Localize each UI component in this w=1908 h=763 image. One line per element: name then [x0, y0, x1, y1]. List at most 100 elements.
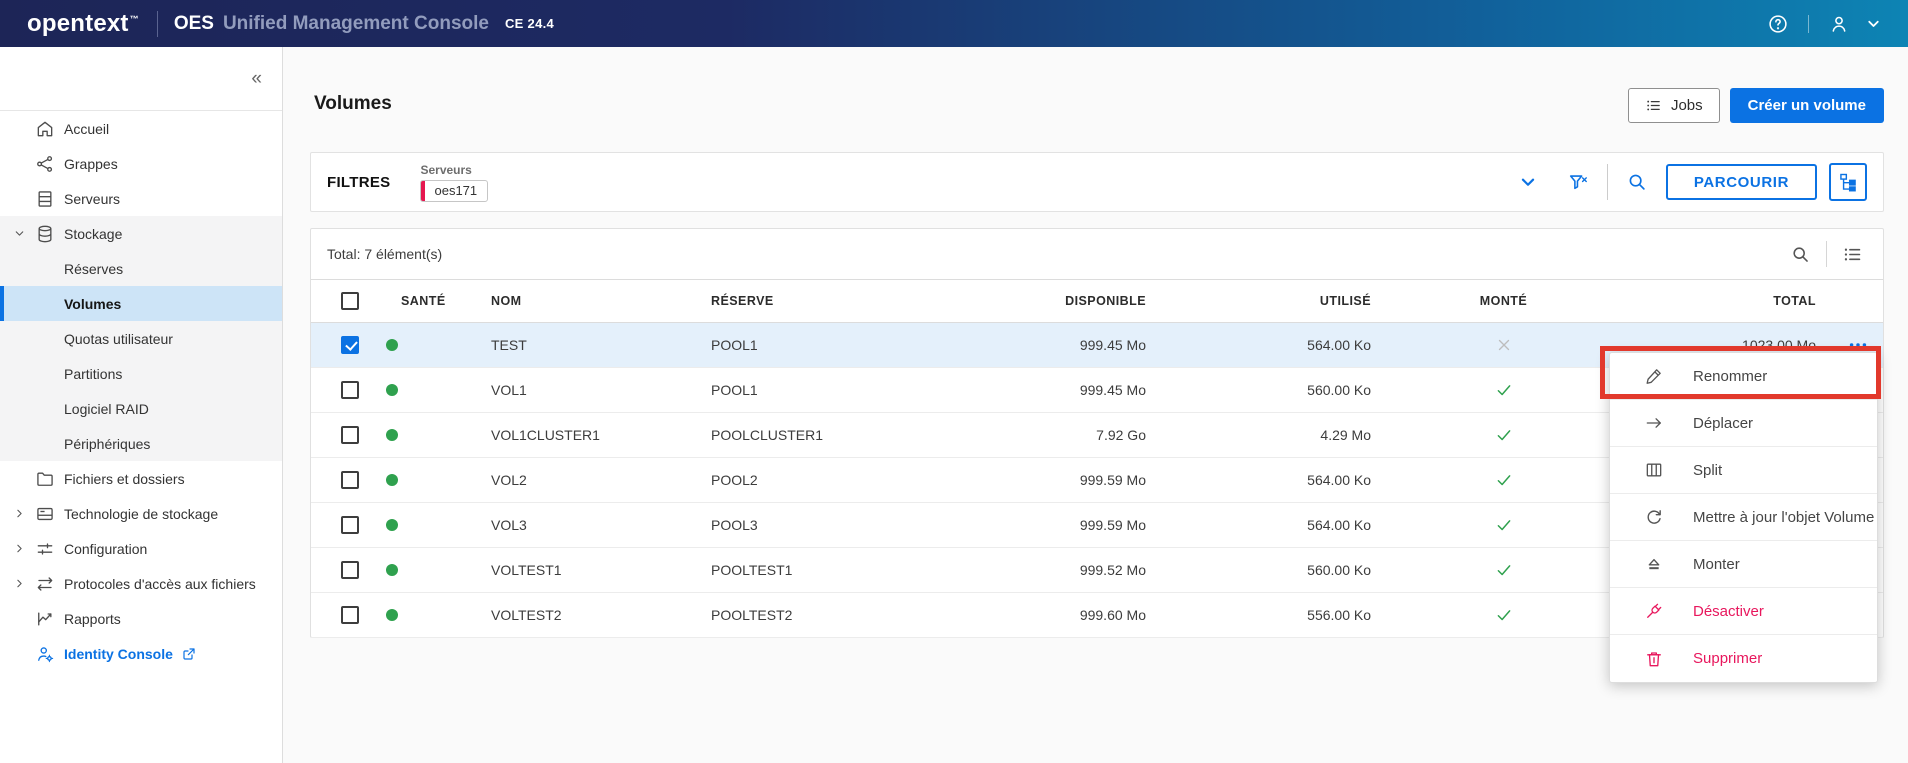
- search-icon[interactable]: [1626, 171, 1648, 193]
- select-all-checkbox[interactable]: [341, 292, 359, 310]
- volume-pool: POOLTEST2: [711, 607, 793, 623]
- sidebar-item-configuration[interactable]: Configuration: [0, 531, 282, 566]
- row-checkbox[interactable]: [341, 426, 359, 444]
- health-status-dot: [386, 564, 398, 576]
- volume-name: VOL1: [491, 382, 527, 398]
- swap-arrows-icon: [35, 574, 55, 594]
- volume-used: 564.00 Ko: [1307, 517, 1371, 533]
- clear-filter-funnel-icon[interactable]: [1567, 171, 1589, 193]
- mounted-check-icon: [1497, 610, 1510, 621]
- help-icon[interactable]: [1767, 13, 1789, 35]
- menu-item-split[interactable]: Split: [1610, 447, 1877, 494]
- row-checkbox[interactable]: [341, 381, 359, 399]
- column-header-total[interactable]: TOTAL: [1636, 294, 1816, 308]
- row-checkbox[interactable]: [341, 561, 359, 579]
- menu-item-desactiver[interactable]: Désactiver: [1610, 588, 1877, 635]
- volume-name: VOL1CLUSTER1: [491, 427, 600, 443]
- top-bar: opentext™ OES Unified Management Console…: [0, 0, 1908, 47]
- column-header-nom[interactable]: NOM: [461, 294, 681, 308]
- account-chevron-down-icon[interactable]: [1865, 15, 1882, 32]
- product-code: OES: [173, 12, 214, 34]
- row-checkbox-checked[interactable]: [341, 336, 359, 354]
- sidebar-item-accueil[interactable]: Accueil: [0, 111, 282, 146]
- sidebar-item-label: Configuration: [64, 540, 148, 557]
- sidebar-collapse-row: «: [0, 47, 282, 111]
- sidebar-item-volumes[interactable]: Volumes: [0, 286, 282, 321]
- sidebar-item-protocoles-acces-fichiers[interactable]: Protocoles d'accès aux fichiers: [0, 566, 282, 601]
- volume-available: 7.92 Go: [1096, 427, 1146, 443]
- menu-item-supprimer[interactable]: Supprimer: [1610, 635, 1877, 682]
- mounted-check-icon: [1497, 430, 1510, 441]
- volume-used: 560.00 Ko: [1307, 562, 1371, 578]
- not-mounted-x-icon: [1498, 339, 1509, 351]
- column-header-reserve[interactable]: RÉSERVE: [681, 294, 1011, 308]
- menu-item-deplacer[interactable]: Déplacer: [1610, 400, 1877, 447]
- database-icon: [35, 224, 55, 244]
- storage-tech-icon: [35, 504, 55, 524]
- header-divider: [156, 10, 158, 37]
- volume-used: 556.00 Ko: [1307, 607, 1371, 623]
- header-icon-divider: [1808, 14, 1809, 33]
- column-header-disponible[interactable]: DISPONIBLE: [1011, 294, 1146, 308]
- health-status-dot: [386, 429, 398, 441]
- filter-group-label: Serveurs: [420, 162, 472, 177]
- volume-pool: POOLTEST1: [711, 562, 793, 578]
- page-title: Volumes: [314, 93, 392, 114]
- sidebar-item-rapports[interactable]: Rapports: [0, 601, 282, 636]
- table-header-row: SANTÉ NOM RÉSERVE DISPONIBLE UTILISÉ MON…: [311, 279, 1883, 323]
- home-icon: [35, 119, 55, 139]
- user-icon[interactable]: [1828, 13, 1850, 35]
- sidebar-collapse-icon[interactable]: «: [251, 69, 262, 88]
- sidebar-item-quotas-utilisateur[interactable]: Quotas utilisateur: [0, 321, 282, 356]
- volume-available: 999.45 Mo: [1079, 337, 1146, 353]
- sidebar-item-peripheriques[interactable]: Périphériques: [0, 426, 282, 461]
- filter-divider: [1606, 164, 1608, 200]
- browse-button[interactable]: PARCOURIR: [1665, 164, 1817, 200]
- menu-item-mettre-a-jour[interactable]: Mettre à jour l'objet Volume: [1610, 494, 1877, 541]
- sidebar-item-partitions[interactable]: Partitions: [0, 356, 282, 391]
- chevron-down-icon: [13, 227, 35, 240]
- column-header-monte[interactable]: MONTÉ: [1371, 294, 1636, 308]
- sidebar-item-label: Rapports: [64, 610, 121, 627]
- sidebar-item-logiciel-raid[interactable]: Logiciel RAID: [0, 391, 282, 426]
- column-settings-icon[interactable]: [1842, 244, 1863, 265]
- server-filter-chip[interactable]: oes171: [420, 179, 489, 202]
- tree-view-button[interactable]: [1829, 163, 1867, 201]
- jobs-button[interactable]: Jobs: [1627, 88, 1720, 123]
- toolbar-divider: [1826, 241, 1827, 267]
- sidebar-group-stockage: Stockage Réserves Volumes Quotas utilisa…: [0, 216, 282, 461]
- volume-name: VOLTEST1: [491, 562, 562, 578]
- row-checkbox[interactable]: [341, 471, 359, 489]
- mounted-check-icon: [1497, 565, 1510, 576]
- column-header-sante[interactable]: SANTÉ: [371, 294, 461, 308]
- row-checkbox[interactable]: [341, 606, 359, 624]
- tree-hierarchy-icon: [1840, 173, 1856, 192]
- row-checkbox[interactable]: [341, 516, 359, 534]
- expand-filters-chevron-down-icon[interactable]: [1517, 171, 1539, 193]
- volume-pool: POOL3: [711, 517, 758, 533]
- create-volume-button[interactable]: Créer un volume: [1729, 88, 1884, 123]
- volume-used: 4.29 Mo: [1320, 427, 1371, 443]
- menu-item-renommer[interactable]: Renommer: [1610, 353, 1877, 400]
- sidebar-item-identity-console[interactable]: Identity Console: [0, 636, 282, 671]
- filter-group-serveurs: Serveurs oes171: [420, 162, 489, 202]
- volume-available: 999.59 Mo: [1079, 517, 1146, 533]
- health-status-dot: [386, 519, 398, 531]
- table-search-icon[interactable]: [1790, 244, 1811, 265]
- mounted-check-icon: [1497, 475, 1510, 486]
- external-link-icon: [181, 646, 197, 662]
- sidebar-item-reserves[interactable]: Réserves: [0, 251, 282, 286]
- chevron-right-icon: [13, 542, 35, 555]
- sidebar-item-fichiers-et-dossiers[interactable]: Fichiers et dossiers: [0, 461, 282, 496]
- sidebar-item-serveurs[interactable]: Serveurs: [0, 181, 282, 216]
- sidebar-item-grappes[interactable]: Grappes: [0, 146, 282, 181]
- volume-used: 564.00 Ko: [1307, 472, 1371, 488]
- sidebar-item-stockage[interactable]: Stockage: [0, 216, 282, 251]
- sidebar: « Accueil Grappes Serveurs Stockage Rése…: [0, 47, 283, 763]
- cluster-icon: [35, 154, 55, 174]
- sidebar-item-technologie-de-stockage[interactable]: Technologie de stockage: [0, 496, 282, 531]
- column-header-utilise[interactable]: UTILISÉ: [1146, 294, 1371, 308]
- mounted-check-icon: [1497, 520, 1510, 531]
- menu-item-monter[interactable]: Monter: [1610, 541, 1877, 588]
- sidebar-item-label: Quotas utilisateur: [64, 330, 173, 347]
